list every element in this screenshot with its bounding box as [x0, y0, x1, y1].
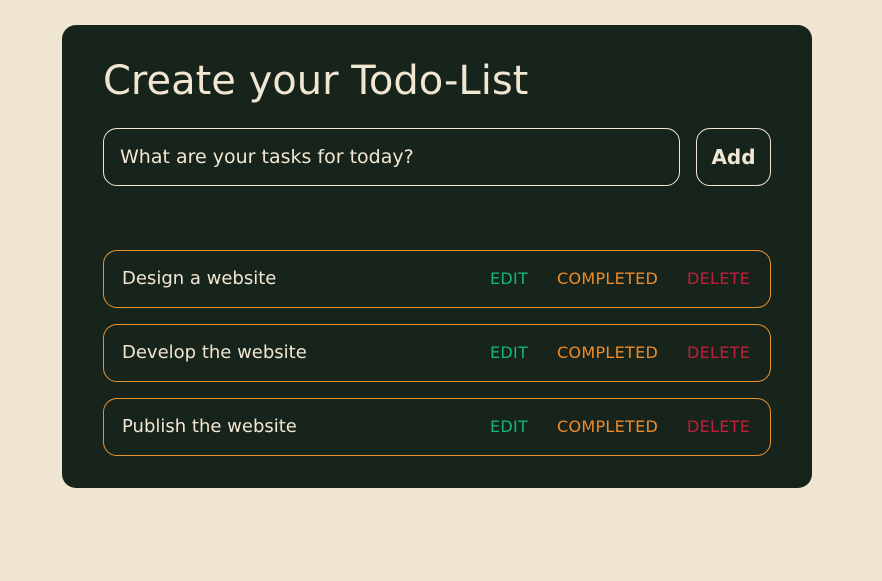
todo-item: Develop the website EDIT COMPLETED DELET…	[103, 324, 771, 382]
todo-text: Develop the website	[122, 342, 307, 363]
todo-text: Design a website	[122, 268, 277, 289]
completed-button[interactable]: COMPLETED	[557, 251, 658, 307]
todo-item: Design a website EDIT COMPLETED DELETE	[103, 250, 771, 308]
todo-text: Publish the website	[122, 416, 297, 437]
delete-button[interactable]: DELETE	[687, 325, 750, 381]
edit-button[interactable]: EDIT	[490, 399, 528, 455]
todo-card: Create your Todo-List Add Design a websi…	[62, 25, 812, 488]
delete-button[interactable]: DELETE	[687, 399, 750, 455]
completed-button[interactable]: COMPLETED	[557, 399, 658, 455]
task-input[interactable]	[103, 128, 680, 186]
add-button[interactable]: Add	[696, 128, 771, 186]
completed-button[interactable]: COMPLETED	[557, 325, 658, 381]
edit-button[interactable]: EDIT	[490, 325, 528, 381]
page-title: Create your Todo-List	[103, 58, 529, 104]
todo-item: Publish the website EDIT COMPLETED DELET…	[103, 398, 771, 456]
todo-list: Design a website EDIT COMPLETED DELETE D…	[103, 250, 771, 472]
delete-button[interactable]: DELETE	[687, 251, 750, 307]
edit-button[interactable]: EDIT	[490, 251, 528, 307]
